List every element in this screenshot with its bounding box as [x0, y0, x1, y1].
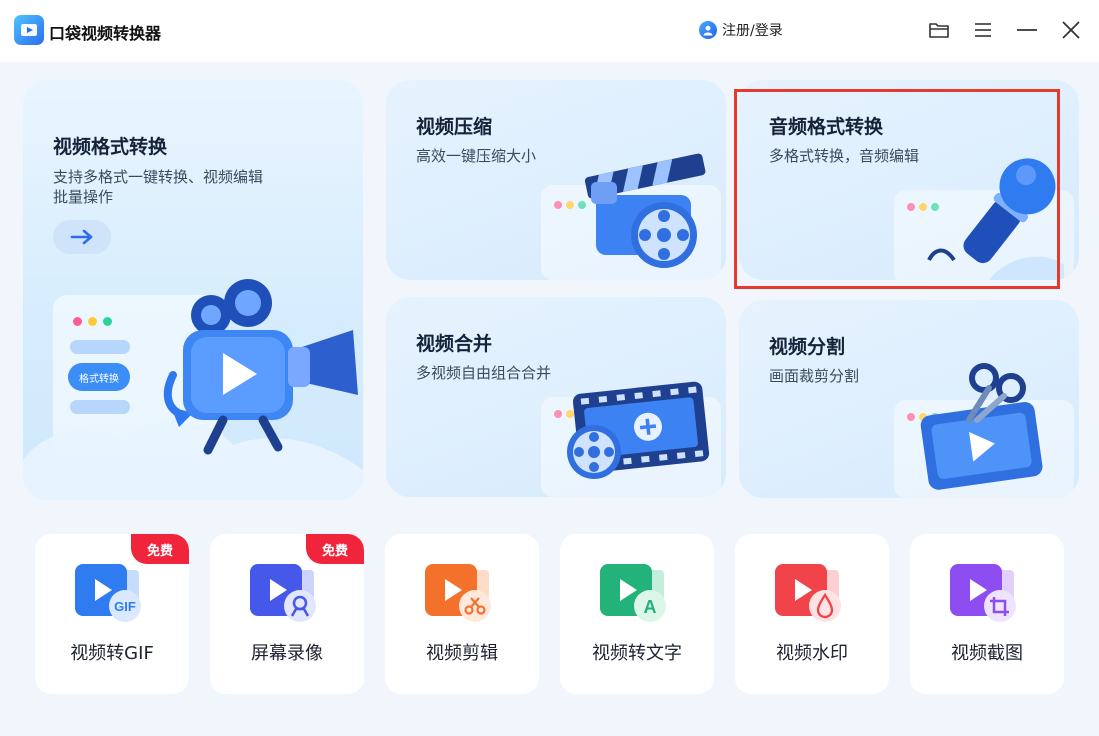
placeholder-bar	[70, 340, 130, 354]
video-format-convert-card[interactable]: 视频格式转换 支持多格式一键转换、视频编辑 批量操作 格式转换	[23, 80, 363, 500]
tool-video-to-text[interactable]: A 视频转文字	[560, 534, 714, 694]
card-subtitle: 画面裁剪分割	[769, 367, 860, 385]
login-button[interactable]: 注册/登录	[699, 20, 783, 40]
close-icon	[1062, 21, 1080, 39]
video-watermark-drop-icon	[775, 564, 841, 622]
card-title: 视频分割	[769, 336, 846, 358]
tool-label: 屏幕录像	[251, 643, 323, 664]
video-text-icon: A	[600, 564, 666, 622]
close-button[interactable]	[1057, 16, 1085, 44]
minimize-icon	[1017, 29, 1037, 31]
tool-screen-record[interactable]: 免费 屏幕录像	[210, 534, 364, 694]
card-title: 视频压缩	[416, 116, 493, 138]
card-title: 视频合并	[416, 333, 493, 355]
start-arrow-button[interactable]	[53, 220, 111, 254]
tool-video-to-gif[interactable]: 免费 GIF 视频转GIF	[35, 534, 189, 694]
format-convert-pill: 格式转换	[68, 363, 130, 391]
video-compress-card[interactable]: 视频压缩 高效一键压缩大小	[386, 80, 726, 280]
film-strip-illustration	[541, 381, 721, 497]
gif-text: GIF	[114, 599, 136, 614]
window-dot-red	[73, 317, 82, 326]
minimize-button[interactable]	[1013, 16, 1041, 44]
free-badge: 免费	[306, 534, 364, 564]
screen-record-icon	[250, 564, 316, 622]
tool-label: 视频水印	[776, 643, 848, 664]
arrow-right-icon	[70, 229, 93, 245]
card-subtitle: 支持多格式一键转换、视频编辑	[53, 168, 264, 186]
tool-label: 视频转GIF	[70, 643, 154, 664]
free-badge: 免费	[131, 534, 189, 564]
tool-label: 视频截图	[951, 643, 1023, 664]
card-subtitle: 高效一键压缩大小	[416, 147, 537, 165]
letter-a-text: A	[644, 597, 657, 617]
title-bar: 口袋视频转换器 注册/登录	[0, 0, 1099, 62]
video-gif-icon: GIF	[75, 564, 141, 622]
app-title: 口袋视频转换器	[49, 24, 162, 43]
card-subtitle-2: 批量操作	[53, 188, 114, 206]
tool-label: 视频剪辑	[426, 643, 498, 664]
card-title: 视频格式转换	[53, 136, 168, 158]
audio-format-convert-card[interactable]: 音频格式转换 多格式转换，音频编辑	[739, 80, 1079, 280]
tool-video-edit[interactable]: 视频剪辑	[385, 534, 539, 694]
card-subtitle: 多视频自由组合合并	[416, 364, 552, 382]
video-camera-illustration	[163, 279, 358, 455]
tool-video-screenshot[interactable]: 视频截图	[910, 534, 1064, 694]
window-dot-green	[103, 317, 112, 326]
tool-label: 视频转文字	[592, 643, 682, 664]
folder-icon	[929, 23, 949, 38]
card-title: 音频格式转换	[769, 116, 884, 138]
menu-icon	[975, 23, 991, 37]
menu-button[interactable]	[969, 16, 997, 44]
video-merge-card[interactable]: 视频合并 多视频自由组合合并	[386, 297, 726, 497]
login-label: 注册/登录	[722, 23, 783, 39]
microphone-illustration	[894, 158, 1074, 280]
window-dot-yellow	[88, 317, 97, 326]
app-logo-icon	[14, 15, 44, 45]
video-edit-scissors-icon	[425, 564, 491, 622]
tool-video-watermark[interactable]: 视频水印	[735, 534, 889, 694]
video-split-card[interactable]: 视频分割 画面裁剪分割	[739, 300, 1079, 498]
clapperboard-illustration	[541, 153, 721, 280]
folder-button[interactable]	[925, 16, 953, 44]
user-avatar-icon	[699, 21, 717, 39]
video-crop-icon	[950, 564, 1016, 622]
video-scissors-illustration	[894, 363, 1074, 498]
